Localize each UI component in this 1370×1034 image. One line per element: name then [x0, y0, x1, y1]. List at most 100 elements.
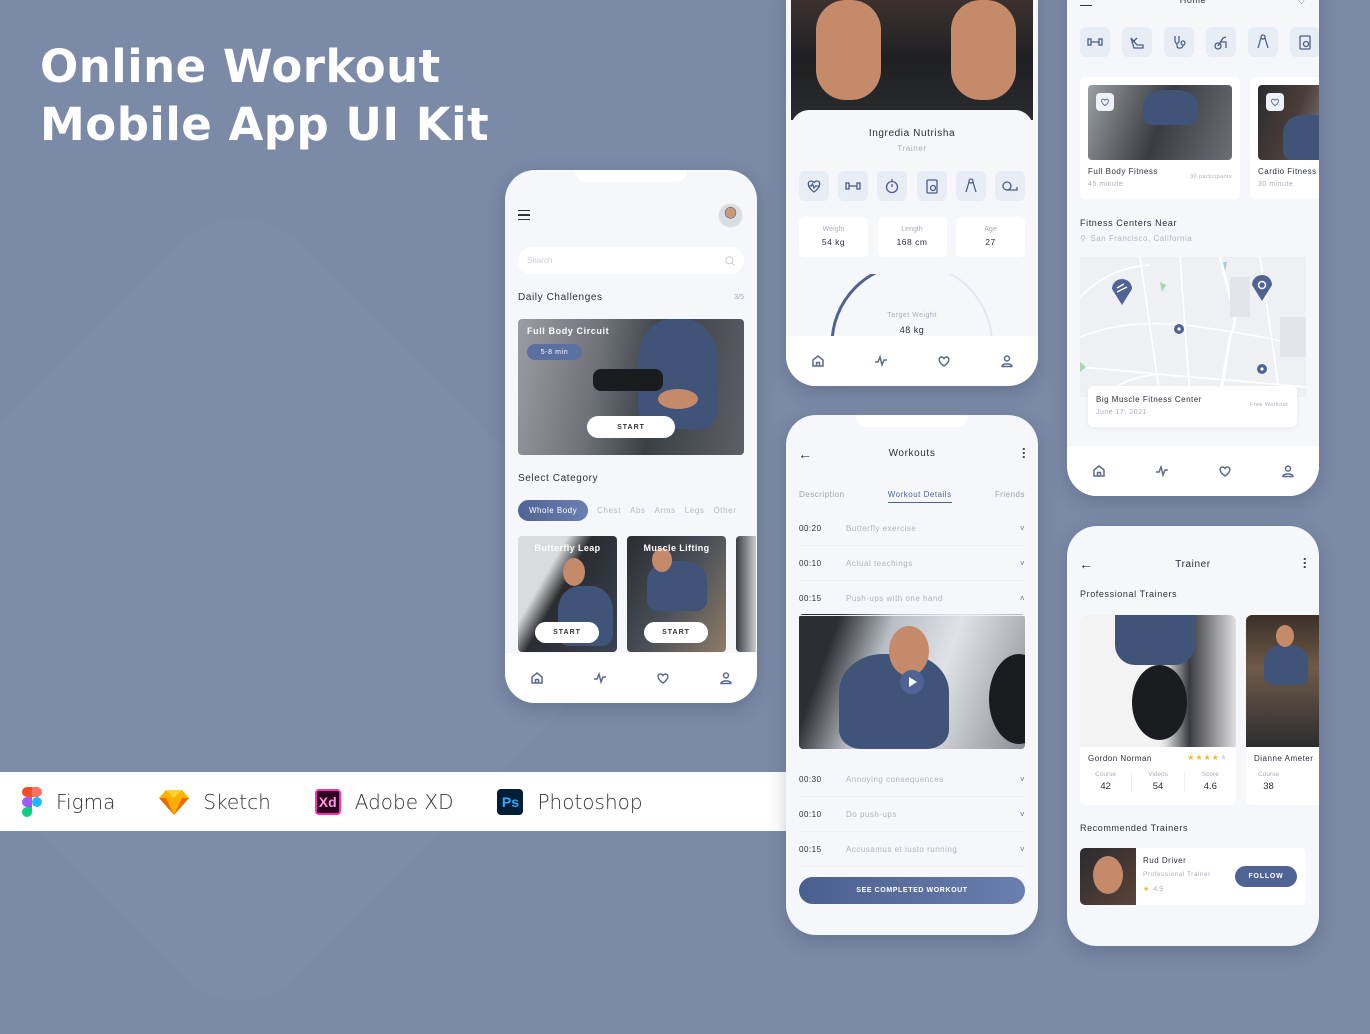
see-completed-workout-button[interactable]: SEE COMPLETED WORKOUT — [799, 877, 1025, 904]
notification-bell-icon[interactable]: ♢ — [1297, 0, 1306, 7]
profile-icon[interactable] — [1281, 464, 1295, 478]
challenge-card[interactable]: Full Body Circuit 5-8 min START — [518, 319, 744, 455]
hand-gripper-icon[interactable] — [1248, 27, 1278, 57]
start-button[interactable]: START — [587, 416, 675, 438]
tool-photoshop: Ps Photoshop — [497, 788, 643, 815]
play-button[interactable] — [900, 670, 924, 694]
nutrition-clipboard-icon[interactable] — [1290, 27, 1319, 57]
search-input[interactable]: Search — [518, 247, 744, 274]
stopwatch-icon[interactable] — [877, 171, 908, 201]
program-card[interactable]: Full Body Fitness 45 minute 30 participa… — [1080, 77, 1240, 199]
stat-weight: Weight 54 kg — [799, 217, 868, 257]
photo-arm — [816, 0, 881, 100]
menu-icon[interactable] — [518, 210, 530, 220]
workout-time: 00:15 — [799, 844, 822, 854]
chevron-down-icon[interactable]: ˅ — [1020, 524, 1025, 533]
trainer-name: Rud Driver — [1143, 856, 1187, 865]
category-whole-body[interactable]: Whole Body — [518, 500, 589, 521]
photo-face — [1276, 625, 1294, 647]
activity-icon[interactable] — [1155, 464, 1169, 478]
tool-sketch: Sketch — [159, 789, 271, 815]
activity-icon[interactable] — [593, 671, 607, 685]
trainer-photo — [1080, 615, 1236, 747]
heart-icon[interactable] — [937, 354, 951, 368]
program-title: Cardio Fitness — [1258, 167, 1317, 176]
trainer-rating: ★ 4.9 — [1143, 885, 1163, 894]
workout-name: Annoying consequences — [846, 774, 944, 784]
trainer-card[interactable]: Gordon Norman ★★★★★ Course 42 Videos 54 Sc… — [1080, 615, 1236, 805]
photoshop-icon: Ps — [497, 788, 524, 815]
home-icon[interactable] — [811, 354, 825, 368]
stethoscope-icon[interactable] — [1164, 27, 1194, 57]
heart-rate-icon[interactable] — [799, 171, 829, 201]
follow-button[interactable]: FOLLOW — [1235, 866, 1297, 887]
video-player[interactable] — [799, 614, 1025, 749]
profile-icon[interactable] — [719, 671, 733, 685]
nutrition-clipboard-icon[interactable] — [916, 171, 947, 201]
home-icon[interactable] — [530, 671, 544, 685]
heart-icon[interactable] — [656, 671, 670, 685]
program-card[interactable]: Cardio Fitness 30 minute — [1250, 77, 1319, 199]
tab-bar — [786, 336, 1038, 386]
favorite-button[interactable] — [1266, 93, 1284, 111]
trainer-name: Ingredia Nutrisha — [868, 128, 956, 139]
dumbbell-icon[interactable] — [1080, 27, 1110, 57]
start-button[interactable]: START — [535, 622, 599, 643]
exercise-bike-icon[interactable] — [1206, 27, 1236, 57]
more-options-icon[interactable]: ⋯ — [1017, 447, 1031, 459]
workout-item[interactable]: 00:15 Accusamus et iusto running ˅ — [799, 832, 1025, 867]
hand-gripper-icon[interactable] — [955, 171, 986, 201]
measuring-tape-icon[interactable] — [994, 171, 1025, 201]
workout-name: Accusamus et iusto running — [846, 844, 958, 854]
avatar[interactable] — [718, 203, 743, 228]
chevron-down-icon[interactable]: ˅ — [1020, 845, 1025, 854]
workout-card-partial[interactable] — [736, 536, 756, 652]
chevron-down-icon[interactable]: ˅ — [1020, 559, 1025, 568]
workout-item[interactable]: 00:20 Butterfly exercise ˅ — [799, 511, 1025, 546]
category-abs[interactable]: Abs — [630, 506, 646, 515]
home-icon[interactable] — [1092, 464, 1106, 478]
tool-adobe-xd: Xd Adobe XD — [314, 788, 453, 815]
profile-icon[interactable] — [1000, 354, 1014, 368]
star-filled-icon: ★ — [1203, 753, 1212, 762]
category-legs[interactable]: Legs — [685, 506, 705, 515]
category-arms[interactable]: Arms — [655, 506, 676, 515]
favorite-button[interactable] — [1096, 93, 1114, 111]
chevron-down-icon[interactable]: ˅ — [1020, 775, 1025, 784]
tab-description[interactable]: Description — [799, 490, 845, 503]
tab-friends[interactable]: Friends — [995, 490, 1025, 503]
chevron-down-icon[interactable]: ˅ — [1020, 810, 1025, 819]
trainer-stats: Course 42 Videos 54 Score 4.6 — [1080, 771, 1236, 792]
search-icon[interactable] — [725, 255, 735, 266]
category-chest[interactable]: Chest — [597, 506, 621, 515]
photo-weight-plate — [989, 654, 1025, 744]
chevron-up-icon[interactable]: ˄ — [1020, 594, 1025, 603]
workout-card[interactable]: Butterfly Leap START — [518, 536, 617, 652]
running-shoe-icon[interactable] — [1122, 27, 1152, 57]
workout-card[interactable]: Muscle Lifting START — [627, 536, 726, 652]
dumbbell-icon[interactable] — [838, 171, 869, 201]
category-other[interactable]: Other — [713, 506, 736, 515]
workout-item[interactable]: 00:30 Annoying consequences ˅ — [799, 762, 1025, 797]
start-button[interactable]: START — [644, 622, 708, 643]
category-icons — [1080, 27, 1319, 57]
fitness-center-card[interactable]: Big Muscle Fitness Center June 17, 2021 … — [1088, 386, 1297, 427]
program-duration: 30 minute — [1258, 181, 1294, 188]
phone-home: Home ♢ Full Body Fitness 45 minute 30 pa… — [1067, 0, 1319, 496]
activity-icon[interactable] — [874, 354, 888, 368]
workout-name: Push-ups with one hand — [846, 593, 943, 603]
photo-face — [1093, 856, 1123, 894]
workout-card-title: Muscle Lifting — [643, 543, 710, 553]
recommended-trainer-card[interactable]: Rud Driver Professional Trainer ★ 4.9 FOL… — [1080, 848, 1306, 905]
search-placeholder: Search — [527, 256, 553, 265]
more-options-icon[interactable]: ⋯ — [1298, 557, 1312, 569]
workout-item[interactable]: 00:10 Do push-ups ˅ — [799, 797, 1025, 832]
trainer-card[interactable]: Dianne Ameter Course 38 — [1246, 615, 1319, 805]
category-icons — [799, 171, 1025, 201]
photo-shirt — [1283, 115, 1319, 160]
map[interactable] — [1080, 257, 1306, 397]
workout-item[interactable]: 00:15 Push-ups with one hand ˄ — [799, 581, 1025, 616]
tab-workout-details[interactable]: Workout Details — [887, 490, 952, 503]
workout-item[interactable]: 00:10 Actual teachings ˅ — [799, 546, 1025, 581]
heart-icon[interactable] — [1218, 464, 1232, 478]
